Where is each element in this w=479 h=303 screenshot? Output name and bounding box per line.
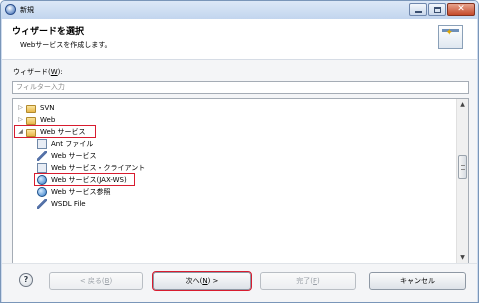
filter-input[interactable]: フィルター入力	[12, 81, 469, 94]
wsdl-file-icon	[37, 199, 47, 209]
tree-item-ant-file[interactable]: Ant ファイル	[13, 138, 456, 150]
eclipse-icon	[5, 4, 16, 15]
finish-button[interactable]: 完了(F)	[260, 272, 356, 290]
maximize-icon	[434, 7, 441, 13]
jaxws-highlight	[34, 173, 135, 186]
finish-button-label: 完了(	[296, 277, 313, 285]
grip-icon	[461, 165, 465, 170]
tree-item-web-service[interactable]: Web サービス	[13, 150, 456, 162]
expand-icon[interactable]: ▷	[17, 116, 24, 124]
tree-item-svn[interactable]: ▷ SVN	[13, 102, 456, 114]
tree-item-label: SVN	[40, 104, 55, 112]
wizard-header: ウィザードを選択 Webサービスを作成します。 ✦	[2, 19, 477, 60]
window-controls: ✕	[408, 3, 475, 17]
wizard-banner-icon: ✦	[438, 25, 463, 49]
wizards-label-text: ウィザード(	[13, 68, 51, 76]
tree-item-label: Ant ファイル	[51, 140, 94, 148]
tree-item-wsdl-file[interactable]: WSDL File	[13, 198, 456, 210]
web-service-wand-icon	[37, 151, 47, 161]
cancel-button[interactable]: キャンセル	[369, 272, 466, 290]
folder-icon	[26, 117, 36, 125]
sparkle-icon: ✦	[445, 28, 453, 38]
help-icon[interactable]: ?	[19, 273, 33, 287]
tree-item-web-service-reference[interactable]: Web サービス参照	[13, 186, 456, 198]
window-title: 新規	[20, 6, 34, 14]
page-title: ウィザードを選択	[12, 27, 85, 37]
scroll-up-icon[interactable]: ▲	[457, 99, 468, 110]
wizards-label-mnemonic: W	[50, 68, 58, 76]
folder-icon	[26, 105, 36, 113]
next-button-label: 次へ(	[185, 277, 203, 285]
web-service-reference-icon	[37, 187, 47, 197]
web-service-client-icon	[37, 163, 47, 173]
button-bar: ? < 戻る(B) 次へ(N) > 完了(F) キャンセル	[2, 263, 477, 302]
wizard-body: ウィザード(W): フィルター入力 ▷ SVN ▷ Web ◢ Web サービス	[2, 60, 477, 264]
wizards-label-suffix: ):	[57, 68, 63, 76]
back-button[interactable]: < 戻る(B)	[49, 272, 143, 290]
scroll-thumb[interactable]	[458, 155, 467, 179]
wizards-label: ウィザード(W):	[13, 67, 63, 77]
tree-item-label: Web サービス参照	[51, 188, 111, 196]
scroll-down-icon[interactable]: ▼	[457, 252, 468, 263]
next-button-suffix: ) >	[207, 277, 219, 285]
page-description: Webサービスを作成します。	[20, 41, 112, 49]
new-wizard-window: 新規 ✕ ウィザードを選択 Webサービスを作成します。 ✦ ウィザード(W):…	[0, 0, 479, 303]
back-button-suffix: )	[109, 277, 113, 285]
tree-item-label: Web サービス	[51, 152, 97, 160]
ant-file-icon	[37, 139, 47, 149]
minimize-button[interactable]	[409, 3, 427, 16]
expand-icon[interactable]: ▷	[17, 104, 24, 112]
maximize-button[interactable]	[428, 3, 446, 16]
wizard-tree[interactable]: ▷ SVN ▷ Web ◢ Web サービス Ant ファイル Web サービス…	[12, 98, 469, 264]
back-button-label: < 戻る(	[79, 277, 105, 285]
tree-scrollbar[interactable]: ▲ ▼	[456, 99, 468, 263]
title-bar[interactable]: 新規 ✕	[1, 1, 478, 19]
next-button[interactable]: 次へ(N) >	[152, 271, 252, 291]
minimize-icon	[415, 11, 422, 13]
web-services-highlight	[14, 125, 96, 138]
close-button[interactable]: ✕	[447, 3, 475, 16]
close-icon: ✕	[457, 4, 465, 14]
tree-item-label: WSDL File	[51, 200, 86, 208]
finish-button-suffix: )	[317, 277, 320, 285]
